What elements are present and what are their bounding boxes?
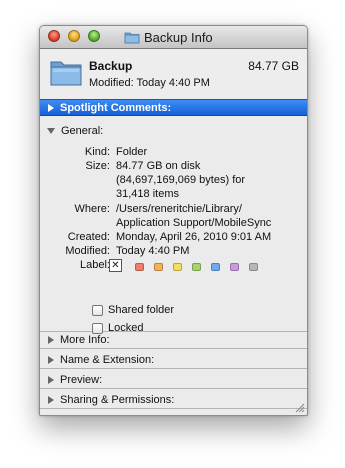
shared-folder-checkbox[interactable] bbox=[92, 305, 103, 316]
size-row-3: 31,418 items bbox=[116, 188, 179, 200]
item-size: 84.77 GB bbox=[248, 59, 299, 73]
label-color-swatch[interactable] bbox=[135, 263, 144, 271]
label-color-swatch[interactable] bbox=[154, 263, 163, 271]
info-window: Backup Info Backup 84.77 GB Modified: To… bbox=[39, 25, 308, 416]
zoom-button[interactable] bbox=[88, 30, 100, 42]
modified-row: Modified: Today 4:40 PM bbox=[65, 245, 190, 257]
label-color-swatch[interactable] bbox=[173, 263, 182, 271]
kind-row: Kind: Folder bbox=[84, 146, 148, 158]
label-color-swatch[interactable] bbox=[211, 263, 220, 271]
general-panel: Kind: Folder Size: 84.77 GB on disk (84,… bbox=[40, 138, 307, 334]
shared-folder-label: Shared folder bbox=[108, 304, 175, 316]
item-name: Backup bbox=[89, 59, 133, 73]
minimize-button[interactable] bbox=[68, 30, 80, 42]
title-bar[interactable]: Backup Info bbox=[40, 26, 307, 49]
info-header: Backup 84.77 GB Modified: Today 4:40 PM bbox=[40, 49, 307, 98]
folder-icon bbox=[124, 32, 140, 43]
disclosure-triangle-icon[interactable] bbox=[48, 376, 54, 384]
disclosure-triangle-icon[interactable] bbox=[48, 396, 54, 404]
window-title: Backup Info bbox=[144, 29, 213, 45]
disclosure-triangle-icon[interactable] bbox=[48, 336, 54, 344]
disclosure-triangle-open-icon[interactable] bbox=[47, 127, 55, 134]
disclosure-triangle-icon[interactable] bbox=[48, 103, 54, 112]
section-general[interactable]: General: bbox=[40, 122, 307, 139]
disclosure-triangle-icon[interactable] bbox=[48, 356, 54, 364]
folder-icon bbox=[50, 61, 82, 86]
resize-grip-icon[interactable] bbox=[295, 403, 305, 413]
label-color-swatch[interactable] bbox=[230, 263, 239, 271]
label-color-swatch[interactable] bbox=[192, 263, 201, 271]
where-row-2: Application Support/MobileSync bbox=[116, 217, 272, 229]
size-row: Size: 84.77 GB on disk bbox=[85, 160, 201, 172]
section-sharing-permissions[interactable]: Sharing & Permissions: bbox=[40, 392, 307, 409]
label-none-button[interactable]: ✕ bbox=[109, 259, 122, 272]
section-more-info[interactable]: More Info: bbox=[40, 332, 307, 349]
item-modified: Modified: Today 4:40 PM bbox=[89, 77, 210, 89]
section-spotlight-comments[interactable]: Spotlight Comments: bbox=[40, 99, 307, 116]
label-color-swatch[interactable] bbox=[249, 263, 258, 271]
where-row: Where: /Users/reneritchie/Library/ bbox=[74, 203, 242, 215]
section-name-extension[interactable]: Name & Extension: bbox=[40, 352, 307, 369]
close-button[interactable] bbox=[48, 30, 60, 42]
created-row: Created: Monday, April 26, 2010 9:01 AM bbox=[67, 231, 272, 243]
section-preview[interactable]: Preview: bbox=[40, 372, 307, 389]
size-row-2: (84,697,169,069 bytes) for bbox=[116, 174, 246, 186]
